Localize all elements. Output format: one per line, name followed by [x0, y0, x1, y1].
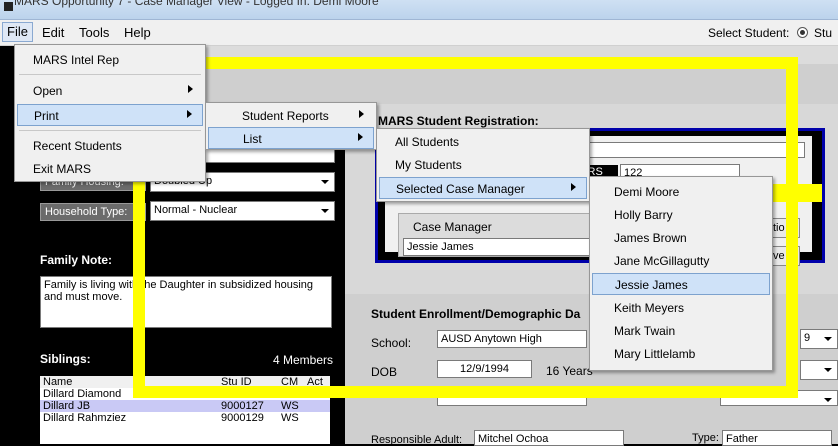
dob-label: DOB: [371, 365, 398, 379]
school-label: School:: [371, 336, 412, 350]
submenu-arrow-icon: [188, 85, 193, 93]
menu-bar: File Edit Tools Help Select Student: Stu: [0, 20, 838, 46]
siblings-label: Siblings:: [40, 352, 91, 366]
responsible-label: Responsible Adult:: [371, 434, 463, 446]
submenu-arrow-icon: [571, 183, 576, 191]
menu-item-open[interactable]: Open: [17, 80, 203, 102]
menu-separator: [19, 130, 201, 131]
menu-item-student-reports-label: Student Reports: [242, 109, 329, 123]
sibling-cm: WS: [281, 388, 299, 400]
menu-item-list-label: List: [243, 132, 262, 146]
menu-item-case-manager[interactable]: Holly Barry: [592, 204, 770, 226]
menu-help[interactable]: Help: [120, 24, 155, 41]
menu-tools[interactable]: Tools: [75, 24, 113, 41]
household-type-select[interactable]: Normal - Nuclear: [150, 201, 335, 221]
enrollment-title: Student Enrollment/Demographic Da: [371, 307, 581, 321]
sibling-name: Dillard JB: [43, 400, 91, 412]
type-label: Type:: [692, 432, 719, 444]
table-row[interactable]: Dillard Rahmziez 9000129 WS: [40, 412, 330, 424]
print-submenu: Student Reports List: [205, 102, 377, 150]
sibling-cm: WS: [281, 412, 299, 424]
dob-field[interactable]: 12/9/1994: [437, 360, 532, 378]
table-row[interactable]: Dillard Diamond 9000122 WS: [40, 388, 330, 400]
sibling-act: [304, 400, 330, 412]
grade-value: 9: [804, 332, 811, 344]
file-menu: MARS Intel Rep Open Print Recent Student…: [14, 44, 206, 182]
menu-item-selected-case-manager[interactable]: Selected Case Manager: [379, 177, 587, 199]
siblings-table: Name Stu ID CM Act Dillard Diamond 90001…: [40, 376, 330, 444]
menu-item-case-manager[interactable]: Jane McGillagutty: [592, 250, 770, 272]
list-submenu: All Students My Students Selected Case M…: [376, 128, 590, 202]
menu-item-all-students[interactable]: All Students: [379, 131, 587, 153]
action-button-2[interactable]: ve: [770, 246, 800, 266]
submenu-arrow-icon: [359, 110, 364, 118]
action-button-1[interactable]: tio: [770, 218, 800, 238]
sibling-name: Dillard Diamond: [43, 388, 122, 400]
sibling-id: 9000122: [221, 388, 264, 400]
menu-edit[interactable]: Edit: [38, 24, 68, 41]
select-student-label: Select Student:: [708, 26, 790, 40]
chevron-down-icon: [321, 180, 329, 184]
age-text: 16 Years: [546, 364, 593, 378]
registration-title: MARS Student Registration:: [378, 114, 539, 128]
case-manager-field[interactable]: Jessie James: [403, 238, 593, 256]
menu-item-case-manager[interactable]: James Brown: [592, 227, 770, 249]
col-act: Act: [307, 376, 323, 388]
col-stu-id: Stu ID: [221, 376, 252, 388]
menu-item-exit[interactable]: Exit MARS: [17, 158, 203, 180]
school-field[interactable]: AUSD Anytown High: [437, 330, 587, 348]
menu-item-case-manager[interactable]: Keith Meyers: [592, 297, 770, 319]
menu-file[interactable]: File: [2, 22, 33, 42]
case-manager-box: Case Manager Jessie James: [398, 213, 598, 257]
menu-item-my-students[interactable]: My Students: [379, 154, 587, 176]
siblings-count: 4 Members: [273, 353, 334, 367]
menu-item-selected-case-manager-label: Selected Case Manager: [396, 182, 525, 196]
menu-separator: [19, 74, 201, 75]
col-name: Name: [43, 376, 73, 388]
menu-item-print[interactable]: Print: [17, 104, 203, 126]
family-note-text[interactable]: Family is living with the Daughter in su…: [40, 276, 332, 328]
sibling-id: 9000129: [221, 412, 264, 424]
menu-item-recent[interactable]: Recent Students: [17, 135, 203, 157]
sibling-cm: WS: [281, 400, 299, 412]
grade-select[interactable]: 9: [800, 329, 838, 349]
menu-item-student-reports[interactable]: Student Reports: [208, 105, 374, 127]
sibling-act: [304, 412, 330, 424]
household-type-label: Household Type:: [40, 203, 146, 221]
menu-item-mars-intel[interactable]: MARS Intel Rep: [17, 49, 203, 71]
case-manager-label: Case Manager: [413, 220, 492, 234]
toolbar-area: [200, 64, 838, 104]
menu-item-list[interactable]: List: [208, 127, 374, 149]
title-bar: MARS Opportunity 7 - Case Manager View -…: [0, 0, 838, 20]
menu-item-open-label: Open: [33, 84, 63, 98]
window-title: MARS Opportunity 7 - Case Manager View -…: [14, 0, 379, 8]
family-note-label: Family Note:: [40, 253, 113, 267]
submenu-arrow-icon: [187, 110, 192, 118]
radio-button[interactable]: [797, 27, 808, 38]
app-icon: [4, 2, 13, 11]
menu-item-print-label: Print: [34, 109, 59, 123]
menu-item-case-manager[interactable]: Mark Twain: [592, 320, 770, 342]
chevron-down-icon: [824, 337, 832, 341]
sibling-id: 9000127: [221, 400, 264, 412]
sibling-act: [304, 388, 330, 400]
chevron-down-icon: [824, 398, 832, 402]
menu-item-case-manager[interactable]: Demi Moore: [592, 181, 770, 203]
case-manager-submenu: Demi Moore Holly Barry James Brown Jane …: [589, 176, 773, 371]
highlight-strip: [770, 184, 822, 202]
chevron-down-icon: [321, 209, 329, 213]
menu-item-case-manager[interactable]: Mary Littlelamb: [592, 343, 770, 365]
language-select[interactable]: [720, 390, 838, 406]
chevron-down-icon: [824, 368, 832, 372]
sibling-name: Dillard Rahmziez: [43, 412, 127, 424]
household-type-value: Normal - Nuclear: [154, 204, 238, 216]
submenu-arrow-icon: [358, 133, 363, 141]
select-student-option[interactable]: Stu: [814, 26, 832, 40]
col-cm: CM: [281, 376, 299, 388]
ethnicity-field[interactable]: [437, 390, 587, 406]
table-row[interactable]: Dillard JB 9000127 WS: [40, 400, 330, 412]
menu-item-case-manager-selected[interactable]: Jessie James: [592, 273, 770, 295]
gender-select[interactable]: [800, 360, 838, 380]
toolbar-strip: [200, 46, 838, 64]
